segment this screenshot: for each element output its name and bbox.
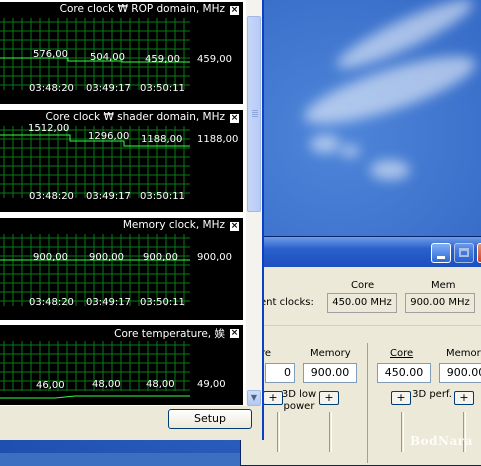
graph-grid xyxy=(0,234,190,306)
graph-current-value: 900,00 xyxy=(197,252,232,263)
graph-time-label: 03:48:20 xyxy=(29,191,74,202)
mode-3d-low-power-label: 3D low power xyxy=(281,389,317,412)
current-core-clock: 450.00 MHz xyxy=(327,293,397,313)
low-power-memory-plus-button[interactable]: + xyxy=(319,391,339,405)
graph-value-label: 48,00 xyxy=(146,379,175,390)
hardware-monitor-window: Core clock ₩ ROP domain, MHz × 576,00 50… xyxy=(0,0,264,440)
graph-value-label: 459,00 xyxy=(145,54,180,65)
perf-memory-label: Memory xyxy=(446,348,481,359)
graph-value-label: 900,00 xyxy=(89,252,124,263)
graph-time-label: 03:49:17 xyxy=(86,83,131,94)
graph-current-value: 49,00 xyxy=(197,379,226,390)
graph-value-label: 900,00 xyxy=(33,252,68,263)
minimize-button[interactable] xyxy=(431,243,451,263)
graph-time-label: 03:50:11 xyxy=(140,297,185,308)
graph-time-label: 03:48:20 xyxy=(29,297,74,308)
column-header-mem: Mem xyxy=(431,280,456,291)
graph-trace xyxy=(0,395,190,399)
thumb-grip xyxy=(252,110,258,111)
perf-core-slider[interactable] xyxy=(401,412,404,452)
divider xyxy=(367,343,368,463)
graph-current-value: 1188,00 xyxy=(197,134,239,145)
low-power-memory-input[interactable]: 900.00 xyxy=(303,363,357,383)
graph-close-icon[interactable]: × xyxy=(229,5,240,16)
graph-close-icon[interactable]: × xyxy=(229,221,240,232)
graph-current-value: 459,00 xyxy=(197,54,232,65)
back-window-titlebar[interactable] xyxy=(241,237,481,267)
vertical-scrollbar[interactable]: ▼ xyxy=(246,0,262,420)
graph-core-temperature: Core temperature, 娭 × 46,00 48,00 48,00 … xyxy=(0,325,243,405)
graph-value-label: 1512,00 xyxy=(28,123,70,134)
watermark-logo: BodNara xyxy=(410,434,473,448)
divider xyxy=(241,325,481,326)
graph-plot xyxy=(0,341,190,399)
low-power-memory-slider[interactable] xyxy=(329,412,332,452)
graph-value-label: 576,00 xyxy=(33,49,68,60)
overclock-settings-window: Core Mem ent clocks: 450.00 MHz 900.00 M… xyxy=(240,236,481,466)
graph-time-label: 03:49:17 xyxy=(86,191,131,202)
graph-list: Core clock ₩ ROP domain, MHz × 576,00 50… xyxy=(0,0,246,440)
close-button[interactable] xyxy=(477,243,481,263)
graph-title: Core temperature, 娭 xyxy=(114,328,225,340)
graph-time-label: 03:50:11 xyxy=(140,191,185,202)
thumb-grip xyxy=(252,112,258,113)
perf-memory-input[interactable]: 900.00 xyxy=(439,363,481,383)
bottom-toolbar: Setup xyxy=(0,406,262,440)
mode-3d-perf-label: 3D perf. xyxy=(412,389,452,400)
thumb-grip xyxy=(252,114,258,115)
perf-core-input[interactable]: 450.00 xyxy=(377,363,431,383)
scroll-down-arrow-icon[interactable]: ▼ xyxy=(247,390,261,406)
graph-close-icon[interactable]: × xyxy=(229,113,240,124)
graph-time-label: 03:48:20 xyxy=(29,83,74,94)
maximize-button[interactable] xyxy=(454,243,474,263)
graph-value-label: 48,00 xyxy=(92,379,121,390)
graph-core-clock-rop: Core clock ₩ ROP domain, MHz × 576,00 50… xyxy=(0,2,243,104)
graph-memory-clock: Memory clock, MHz × 900,00 900,00 900,00… xyxy=(0,218,243,320)
graph-core-clock-shader: Core clock ₩ shader domain, MHz × 1512,0… xyxy=(0,110,243,212)
maximize-icon xyxy=(459,248,469,257)
graph-time-label: 03:50:11 xyxy=(140,83,185,94)
graph-value-label: 1296,00 xyxy=(88,131,130,142)
low-power-core-slider[interactable] xyxy=(277,412,280,452)
perf-core-plus-button[interactable]: + xyxy=(391,391,411,405)
perf-memory-plus-button[interactable]: + xyxy=(454,391,474,405)
graph-title: Memory clock, MHz xyxy=(122,219,225,231)
minimize-icon xyxy=(437,256,445,259)
graph-value-label: 900,00 xyxy=(143,252,178,263)
low-power-core-input[interactable]: 0 xyxy=(265,363,295,383)
column-header-core: Core xyxy=(351,280,375,291)
thumb-grip xyxy=(252,116,258,117)
perf-core-label-text: Core xyxy=(390,348,414,359)
graph-close-icon[interactable]: × xyxy=(229,328,240,339)
low-power-memory-label: Memory xyxy=(310,348,351,359)
current-mem-clock: 900.00 MHz xyxy=(405,293,475,313)
graph-value-label: 46,00 xyxy=(36,380,65,391)
graph-time-label: 03:49:17 xyxy=(86,297,131,308)
setup-button[interactable]: Setup xyxy=(168,409,252,429)
graph-value-label: 504,00 xyxy=(90,52,125,63)
scroll-thumb[interactable] xyxy=(247,16,261,212)
graph-value-label: 1188,00 xyxy=(141,134,183,145)
graph-title: Core clock ₩ ROP domain, MHz xyxy=(59,3,225,15)
perf-core-label: Core xyxy=(390,348,413,359)
current-clocks-label: ent clocks: xyxy=(260,297,314,308)
